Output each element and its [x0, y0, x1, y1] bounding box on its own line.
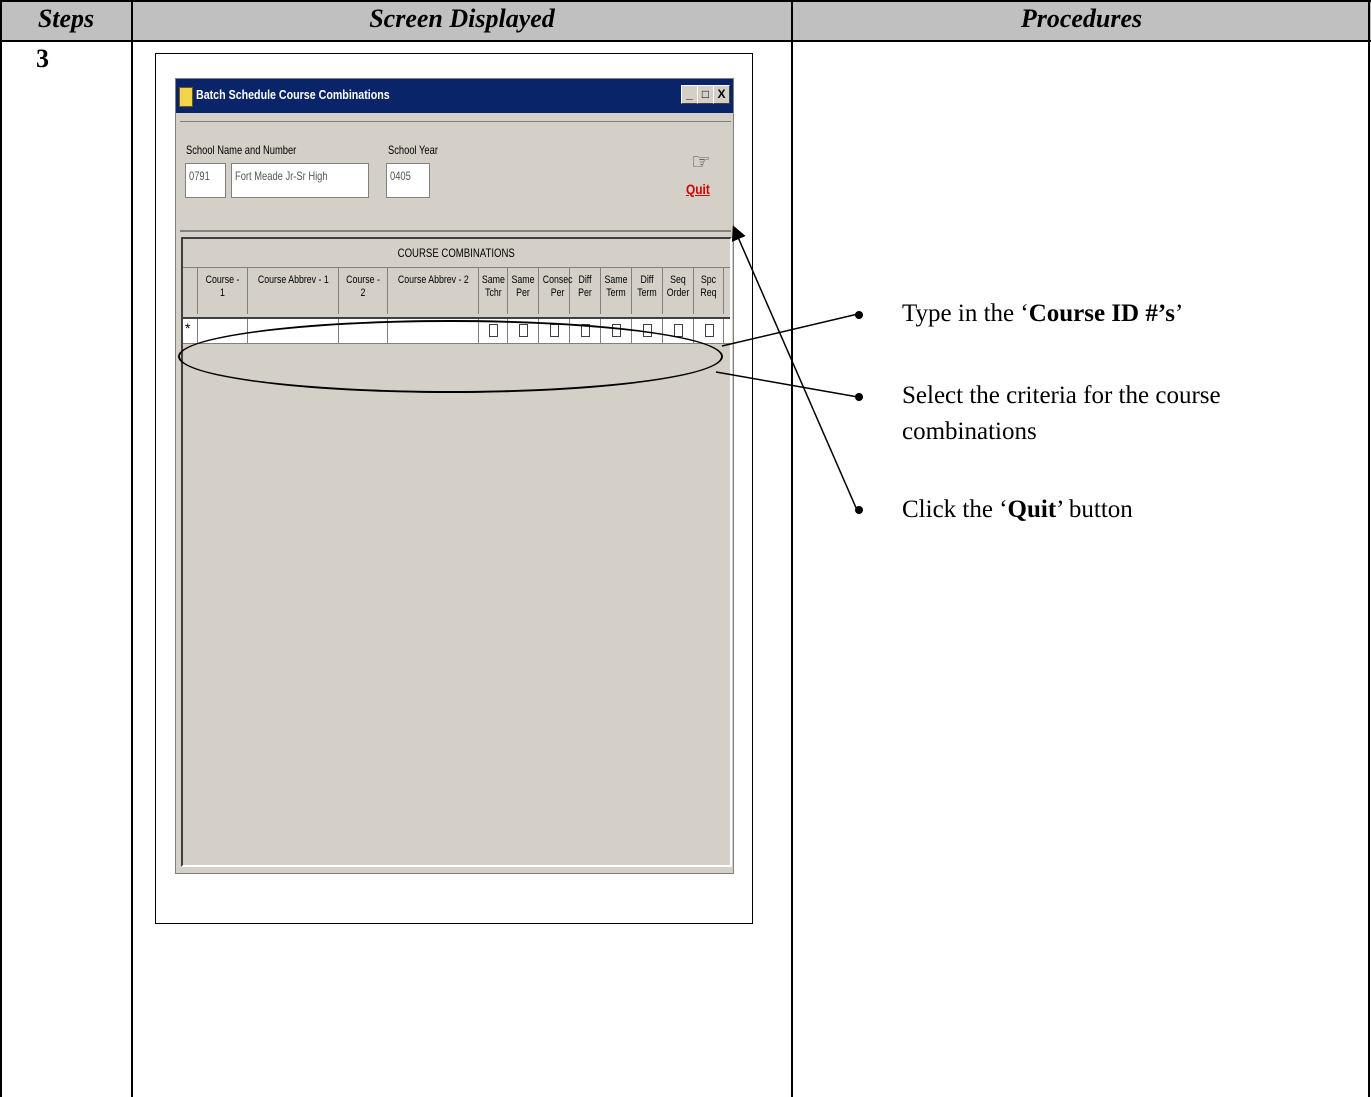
header-procedures: Procedures — [1020, 4, 1143, 33]
school-name-field[interactable]: Fort Meade Jr-Sr High — [231, 163, 369, 198]
column-header[interactable]: Spc Req — [694, 268, 724, 314]
special-request-cell — [694, 319, 724, 343]
maximize-button[interactable]: □ — [697, 85, 714, 104]
step-number: 3 — [36, 44, 49, 73]
bullet — [855, 311, 863, 319]
column-header[interactable]: Diff Term — [632, 268, 663, 314]
highlight-ellipse — [178, 320, 723, 393]
procedure-step-3: Click the ‘Quit’ button — [902, 496, 1133, 523]
app-icon — [179, 87, 193, 107]
bullet — [855, 506, 863, 514]
column-header[interactable]: Same Per — [508, 268, 539, 314]
new-row-indicator: * — [185, 320, 191, 336]
table-border-top — [0, 0, 1371, 2]
row-selector-header — [183, 268, 198, 314]
column-header[interactable]: Seq Order — [663, 268, 694, 314]
row-selector[interactable]: * — [183, 319, 198, 343]
window-title: Batch Schedule Course Combinations — [196, 87, 390, 102]
column-header[interactable]: Consec Per — [539, 268, 573, 314]
pointing-hand-icon[interactable]: ☞ — [691, 149, 711, 175]
grid-title: COURSE COMBINATIONS — [183, 239, 730, 268]
column-header[interactable]: Course Abbrev - 2 — [388, 268, 479, 314]
bullet — [855, 393, 863, 401]
school-year-label-text: School Year — [388, 143, 438, 157]
header-divider — [0, 40, 1371, 42]
title-bar[interactable]: Batch Schedule Course Combinations _ □ X — [176, 79, 733, 113]
column-divider-1 — [131, 0, 133, 1097]
header-steps: Steps — [37, 4, 95, 33]
minimize-button[interactable]: _ — [681, 85, 698, 104]
close-button[interactable]: X — [713, 85, 730, 104]
procedure-step-1: Type in the ‘Course ID #’s’ — [902, 300, 1184, 327]
special-request-checkbox[interactable] — [705, 324, 714, 337]
table-border-right — [1368, 0, 1370, 1097]
table-border-left — [0, 0, 2, 1097]
header-screen-displayed: Screen Displayed — [369, 4, 555, 33]
column-header[interactable]: Course - 2 — [339, 268, 388, 314]
column-divider-2 — [791, 0, 793, 1097]
procedure-step-2: Select the criteria for the course combi… — [902, 382, 1221, 445]
app-window: Batch Schedule Course Combinations _ □ X… — [175, 78, 734, 874]
school-year-field[interactable]: 0405 — [386, 163, 430, 198]
column-header[interactable]: Diff Per — [570, 268, 601, 314]
column-header[interactable]: Course - 1 — [198, 268, 248, 314]
quit-button[interactable]: Quit — [686, 181, 710, 197]
column-header[interactable]: Same Tchr — [479, 268, 508, 314]
table-header-row: Steps Screen Displayed Procedures — [0, 0, 1371, 40]
school-name-label: School Name and Number — [186, 143, 297, 157]
column-header[interactable]: Same Term — [601, 268, 632, 314]
column-header[interactable]: Course Abbrev - 1 — [248, 268, 339, 314]
school-number-field[interactable]: 0791 — [185, 163, 226, 198]
